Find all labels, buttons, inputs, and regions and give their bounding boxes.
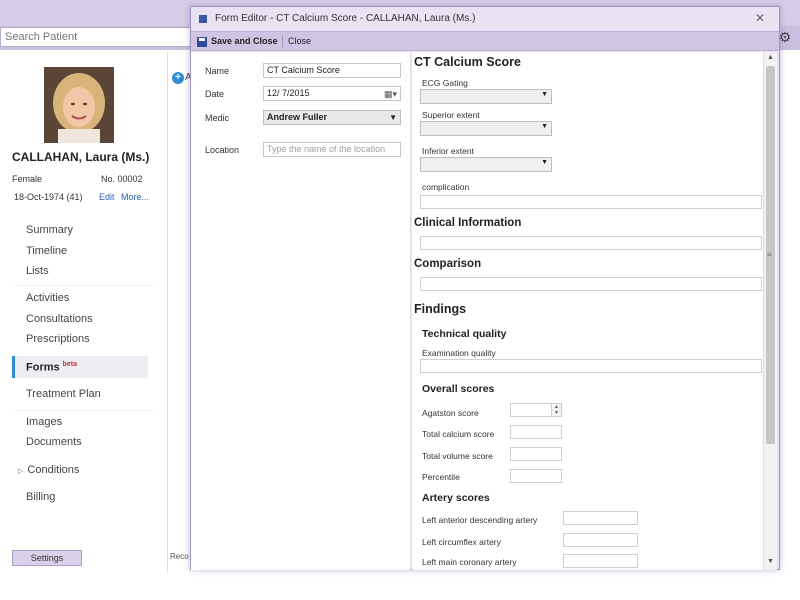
lmca-artery-label: Left main coronary artery (422, 557, 517, 567)
patient-photo-image (44, 67, 114, 143)
inferior-extent-select[interactable]: ▼ (420, 157, 552, 172)
patient-name: CALLAHAN, Laura (Ms.) (12, 150, 150, 164)
scroll-grip-icon: ≡ (767, 250, 772, 259)
stepper-arrows-icon[interactable]: ▲ ▼ (551, 404, 561, 416)
comparison-input[interactable] (420, 277, 762, 291)
lad-artery-input[interactable] (563, 511, 638, 525)
patient-dob: 18-Oct-1974 (41) (14, 192, 83, 202)
toolbar-divider (282, 35, 283, 48)
edit-patient-link[interactable]: Edit (99, 192, 115, 202)
medic-label: Medic (205, 113, 230, 123)
location-label: Location (205, 145, 240, 155)
section-clinical-information: Clinical Information (414, 217, 522, 229)
clinical-information-input[interactable] (420, 236, 762, 250)
close-button[interactable]: Close (288, 34, 311, 49)
nav-forms-label: Forms (26, 361, 60, 374)
calendar-dropdown-icon[interactable]: ▦▾ (384, 88, 397, 101)
floppy-disk-icon (197, 36, 207, 47)
nav-forms[interactable]: Forms beta (26, 361, 77, 374)
patient-number: No. 00002 (101, 174, 143, 184)
superior-extent-label: Superior extent (422, 110, 480, 120)
nav-conditions[interactable]: ▷ Conditions (18, 464, 79, 476)
total-calcium-score-label: Total calcium score (422, 429, 495, 439)
app-window-icon (199, 15, 207, 23)
technical-quality-heading: Technical quality (422, 328, 507, 340)
ecg-gating-select[interactable]: ▼ (420, 89, 552, 104)
nav-images[interactable]: Images (26, 416, 62, 428)
complication-input[interactable] (420, 195, 762, 209)
nav-billing[interactable]: Billing (26, 491, 55, 503)
nav-treatment-plan[interactable]: Treatment Plan (26, 388, 101, 400)
window-close-icon[interactable]: ✕ (753, 11, 767, 25)
more-patient-link[interactable]: More... (121, 192, 149, 202)
chevron-down-icon: ▼ (541, 91, 548, 98)
agatston-score-label: Agatston score (422, 408, 479, 418)
examination-quality-label: Examination quality (422, 348, 496, 358)
nav-conditions-label: Conditions (27, 464, 80, 476)
nav-consultations[interactable]: Consultations (26, 313, 93, 325)
medic-select[interactable]: Andrew Fuller ▼ (263, 110, 401, 125)
chevron-down-icon: ▼ (541, 123, 548, 130)
form-editor-window: Form Editor - CT Calcium Score - CALLAHA… (190, 6, 780, 570)
total-volume-score-input[interactable] (510, 447, 562, 461)
lcx-artery-input[interactable] (563, 533, 638, 547)
section-comparison: Comparison (414, 258, 482, 270)
form-scrollbar[interactable]: ▲ ≡ ▼ (763, 52, 777, 570)
ecg-gating-label: ECG Gating (422, 78, 468, 88)
inferior-extent-label: Inferior extent (422, 146, 474, 156)
nav-divider (14, 285, 154, 286)
nav-timeline[interactable]: Timeline (26, 245, 67, 257)
date-field[interactable]: 12/ 7/2015 ▦▾ (263, 86, 401, 101)
chevron-down-icon: ▼ (389, 113, 397, 122)
agatston-score-stepper[interactable]: ▲ ▼ (510, 403, 562, 417)
settings-button[interactable]: Settings (12, 550, 82, 566)
patient-sex: Female (12, 174, 43, 184)
window-title: Form Editor - CT Calcium Score - CALLAHA… (215, 13, 476, 24)
chevron-down-icon: ▼ (541, 159, 548, 166)
superior-extent-select[interactable]: ▼ (420, 121, 552, 136)
percentile-label: Percentile (422, 472, 460, 482)
percentile-input[interactable] (510, 469, 562, 483)
section-ct-calcium-score: CT Calcium Score (414, 55, 521, 69)
name-label: Name (205, 66, 230, 76)
scroll-up-icon[interactable]: ▲ (767, 54, 774, 61)
bottom-strip (0, 572, 800, 600)
overall-scores-heading: Overall scores (422, 383, 495, 395)
save-and-close-button[interactable]: Save and Close (197, 34, 278, 49)
expand-triangle-icon: ▷ (18, 468, 24, 475)
examination-quality-input[interactable] (420, 359, 762, 373)
save-and-close-label: Save and Close (211, 36, 278, 46)
date-value: 12/ 7/2015 (267, 88, 310, 98)
nav-divider (14, 410, 154, 411)
date-label: Date (205, 89, 225, 99)
beta-badge: beta (62, 361, 78, 368)
search-patient-input[interactable] (0, 27, 196, 47)
main-bottom-label: Reco (170, 552, 189, 561)
medic-value: Andrew Fuller (267, 112, 328, 122)
lcx-artery-label: Left circumflex artery (422, 537, 501, 547)
nav-summary[interactable]: Summary (26, 224, 73, 236)
total-volume-score-label: Total volume score (422, 451, 493, 461)
lad-artery-label: Left anterior descending artery (422, 515, 538, 525)
nav-documents[interactable]: Documents (26, 436, 82, 448)
form-body-panel: CT Calcium Score ECG Gating ▼ Superior e… (412, 52, 772, 570)
window-titlebar[interactable]: Form Editor - CT Calcium Score - CALLAHA… (191, 7, 779, 31)
form-properties-panel: Name CT Calcium Score Date 12/ 7/2015 ▦▾… (191, 52, 411, 570)
total-calcium-score-input[interactable] (510, 425, 562, 439)
section-findings: Findings (414, 302, 467, 316)
name-field[interactable]: CT Calcium Score (263, 63, 401, 78)
nav-prescriptions[interactable]: Prescriptions (26, 333, 90, 345)
add-circle-icon[interactable]: + (172, 72, 184, 84)
nav-activities[interactable]: Activities (26, 292, 69, 304)
form-toolbar: Save and Close Close (191, 31, 779, 51)
location-field[interactable]: Type the name of the location (263, 142, 401, 157)
scroll-down-icon[interactable]: ▼ (767, 558, 774, 565)
lmca-artery-input[interactable] (563, 554, 638, 568)
artery-scores-heading: Artery scores (422, 492, 490, 504)
complication-label: complication (422, 182, 470, 192)
nav-lists[interactable]: Lists (26, 265, 49, 277)
patient-photo (44, 67, 114, 143)
